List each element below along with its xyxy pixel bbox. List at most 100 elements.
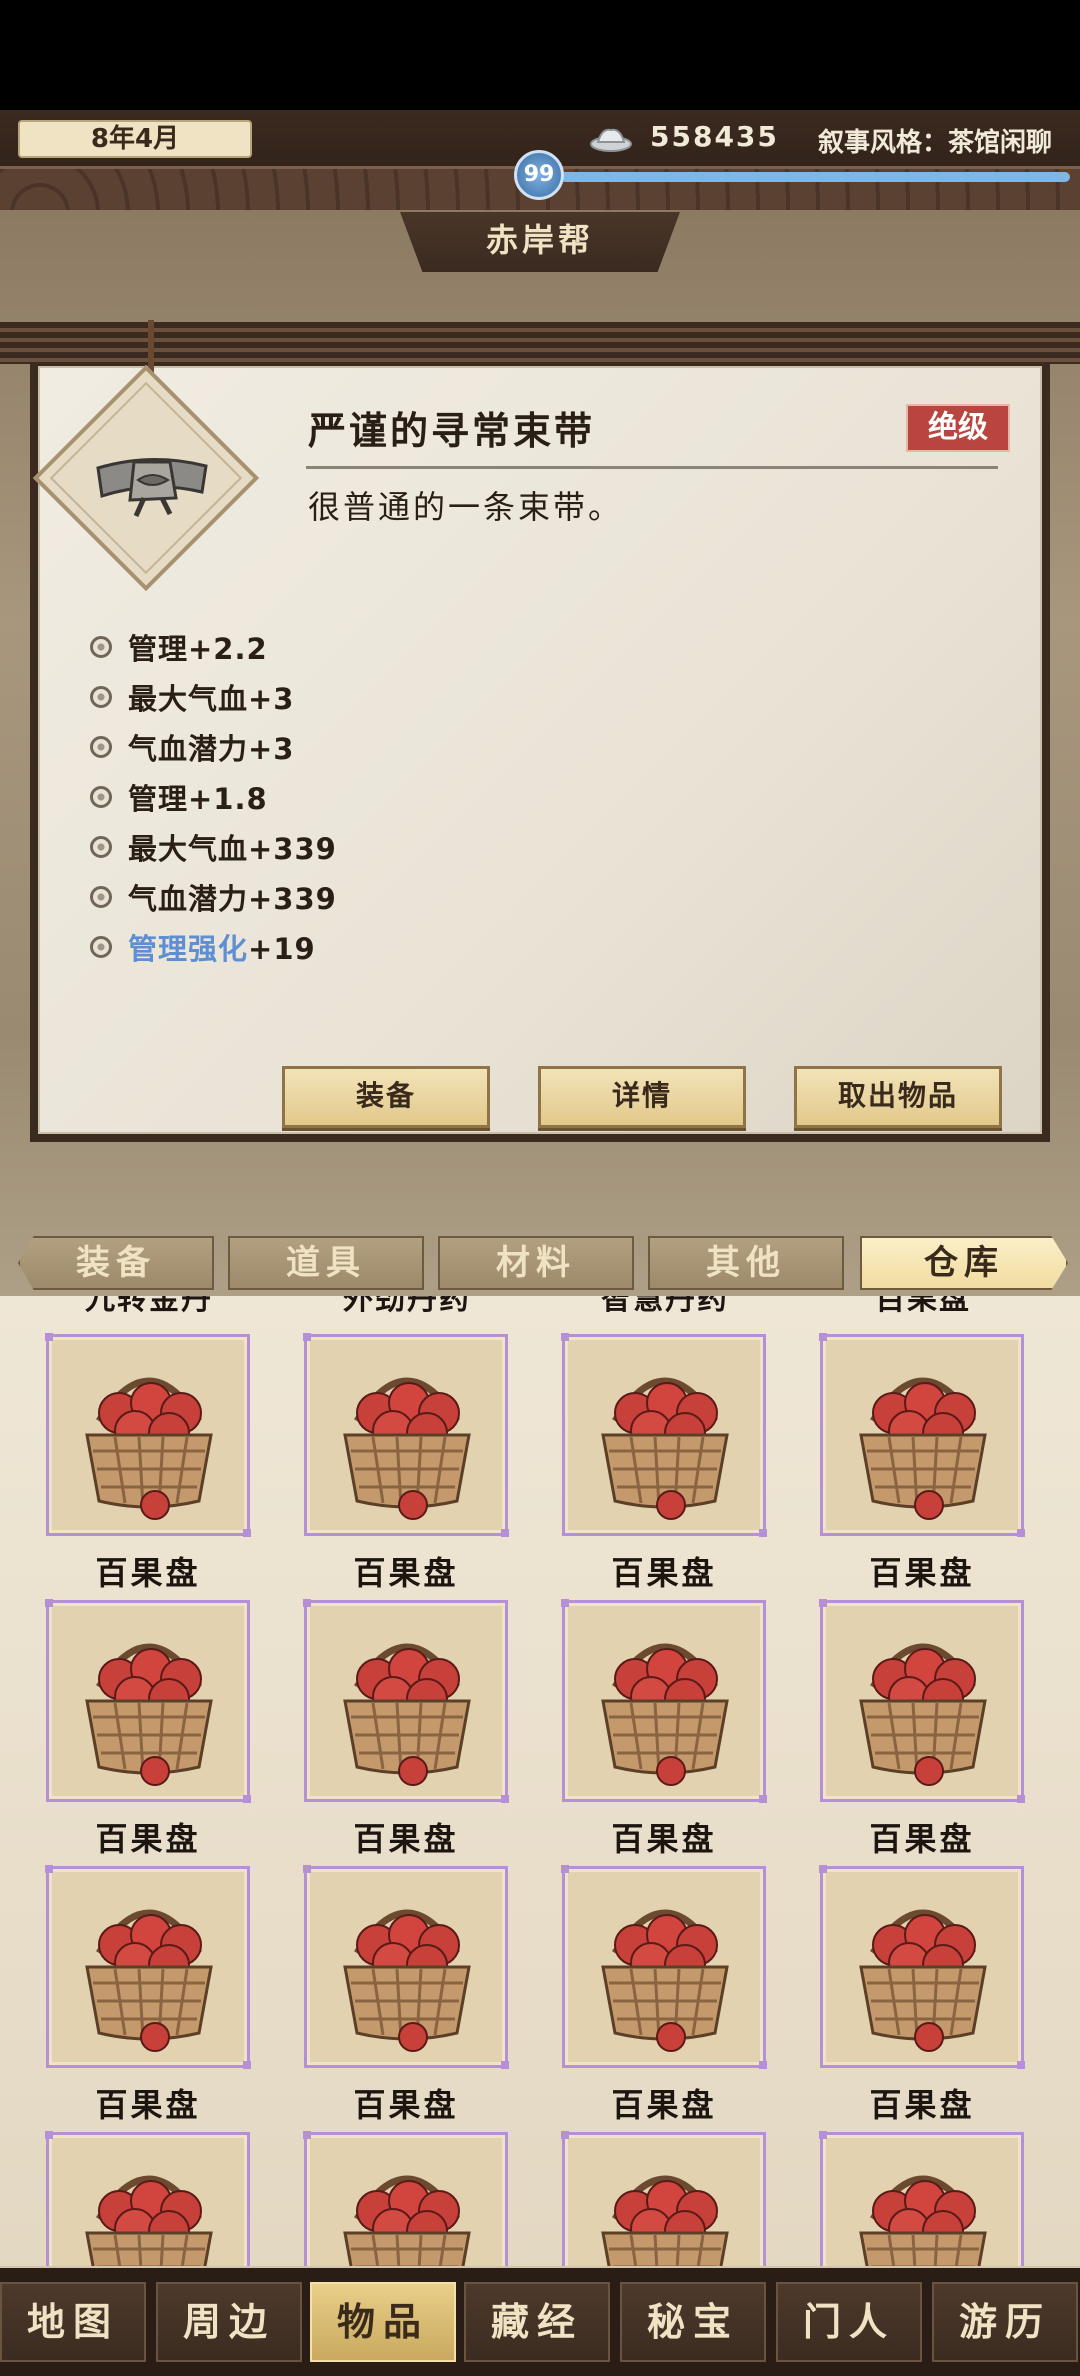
take-out-button[interactable]: 取出物品 xyxy=(794,1066,1002,1128)
item-slot[interactable] xyxy=(45,1599,251,1803)
bullet-icon xyxy=(90,736,112,758)
grid-item[interactable]: 百果盘 xyxy=(260,1599,518,1864)
item-name-label: 九转金丹 xyxy=(85,1296,213,1317)
grid-item[interactable] xyxy=(2,2131,260,2266)
item-name-label: 百果盘 xyxy=(869,2086,975,2124)
grid-item[interactable]: 百果盘 xyxy=(518,1865,776,2130)
nav-scriptures[interactable]: 藏经 xyxy=(464,2282,610,2362)
item-slot[interactable] xyxy=(561,2131,766,2266)
tab-other[interactable]: 其他 xyxy=(648,1236,844,1290)
item-name-label: 百果盘 xyxy=(611,1820,717,1858)
status-bar xyxy=(0,0,1080,110)
item-slot[interactable] xyxy=(303,1333,509,1537)
item-name-label: 百果盘 xyxy=(869,1554,975,1592)
stat-text: 管理+2.2 xyxy=(128,632,268,666)
nav-treasures[interactable]: 秘宝 xyxy=(620,2282,766,2362)
nav-surroundings[interactable]: 周边 xyxy=(156,2282,302,2362)
fruit-basket-icon xyxy=(343,2175,471,2266)
bullet-icon xyxy=(90,786,112,808)
grid-item[interactable]: 百果盘 xyxy=(2,1865,260,2130)
divider xyxy=(306,466,998,469)
stat-text: 气血潜力+3 xyxy=(128,732,295,766)
item-slot[interactable] xyxy=(819,2131,1024,2266)
grid-item[interactable]: 百果盘 xyxy=(518,1599,776,1864)
grid-item[interactable]: 百果盘 xyxy=(260,1333,518,1598)
category-tabs: 装备 道具 材料 其他 仓库 xyxy=(18,1236,1068,1292)
item-slot[interactable] xyxy=(819,1599,1025,1803)
special-stat-link[interactable]: 管理强化 xyxy=(128,932,248,966)
experience-bar xyxy=(560,172,1070,182)
details-button[interactable]: 详情 xyxy=(538,1066,746,1128)
nav-disciples[interactable]: 门人 xyxy=(776,2282,922,2362)
inventory-grid: 九转金丹 外劲丹药 智慧丹药 百果盘 百果盘 百果盘 百果盘 百果盘 百果盘 百… xyxy=(0,1296,1080,2266)
stat-text: 气血潜力+339 xyxy=(128,882,337,916)
item-name-label: 外劲丹药 xyxy=(343,1296,471,1317)
bullet-icon xyxy=(90,836,112,858)
grid-item[interactable]: 百果盘 xyxy=(260,1865,518,2130)
fruit-basket-icon xyxy=(343,1643,471,1786)
date-display: 8年4月 xyxy=(18,120,252,158)
item-slot[interactable] xyxy=(303,1599,509,1803)
stat-text: 最大气血+3 xyxy=(128,682,295,716)
level-badge: 99 xyxy=(514,150,564,200)
fruit-basket-icon xyxy=(85,1377,213,1520)
grid-item[interactable]: 百果盘 xyxy=(2,1599,260,1864)
nav-items[interactable]: 物品 xyxy=(310,2282,456,2362)
item-name-label: 百果盘 xyxy=(875,1296,971,1317)
stat-row: 管理强化+19 xyxy=(90,922,337,972)
equip-button[interactable]: 装备 xyxy=(282,1066,490,1128)
stat-row: 管理+2.2 xyxy=(90,622,337,672)
bottom-navigation: 地图 周边 物品 藏经 秘宝 门人 游历 xyxy=(0,2268,1080,2376)
grid-item[interactable] xyxy=(260,2131,518,2266)
tab-equipment[interactable]: 装备 xyxy=(18,1236,214,1290)
item-slot[interactable] xyxy=(45,2131,250,2266)
fruit-basket-icon xyxy=(343,1377,471,1520)
item-name-label: 百果盘 xyxy=(869,1820,975,1858)
item-slot[interactable] xyxy=(561,1333,767,1537)
grid-item[interactable]: 百果盘 xyxy=(2,1333,260,1598)
fruit-basket-icon xyxy=(859,1909,987,2052)
nav-travel[interactable]: 游历 xyxy=(932,2282,1078,2362)
special-stat-value: +19 xyxy=(248,932,316,966)
item-slot[interactable] xyxy=(45,1333,251,1537)
fruit-basket-icon xyxy=(601,1643,729,1786)
fruit-basket-icon xyxy=(859,1643,987,1786)
stat-row: 气血潜力+339 xyxy=(90,872,337,922)
item-name-label: 百果盘 xyxy=(95,2086,201,2124)
fruit-basket-icon xyxy=(601,1909,729,2052)
tab-props[interactable]: 道具 xyxy=(228,1236,424,1290)
bullet-icon xyxy=(90,636,112,658)
fruit-basket-icon xyxy=(343,1909,471,2052)
item-slot[interactable] xyxy=(819,1333,1025,1537)
item-name-label: 百果盘 xyxy=(353,2086,459,2124)
item-slot[interactable] xyxy=(819,1865,1025,2069)
stat-row: 最大气血+339 xyxy=(90,822,337,872)
bullet-icon xyxy=(90,886,112,908)
item-slot[interactable] xyxy=(561,1599,767,1803)
fruit-basket-icon xyxy=(85,1909,213,2052)
special-stat: 管理强化+19 xyxy=(128,926,316,968)
grid-item[interactable]: 百果盘 xyxy=(776,1333,1034,1598)
fruit-basket-icon xyxy=(85,1643,213,1786)
narrative-style-label[interactable]: 叙事风格：茶馆闲聊 xyxy=(818,122,1052,159)
item-slot[interactable] xyxy=(561,1865,767,2069)
item-slot[interactable] xyxy=(45,1865,251,2069)
wooden-beam xyxy=(0,322,1080,364)
grid-item[interactable]: 百果盘 xyxy=(776,1865,1034,2130)
item-slot[interactable] xyxy=(303,2131,508,2266)
tab-warehouse[interactable]: 仓库 xyxy=(860,1236,1068,1290)
item-name-label: 智慧丹药 xyxy=(601,1296,729,1317)
bullet-icon xyxy=(90,686,112,708)
item-slot[interactable] xyxy=(303,1865,509,2069)
item-name-label: 百果盘 xyxy=(353,1820,459,1858)
nav-map[interactable]: 地图 xyxy=(0,2282,146,2362)
tab-materials[interactable]: 材料 xyxy=(438,1236,634,1290)
grid-item[interactable]: 百果盘 xyxy=(518,1333,776,1598)
fruit-basket-icon xyxy=(859,1377,987,1520)
grid-item[interactable] xyxy=(776,2131,1034,2266)
fruit-basket-icon xyxy=(601,1377,729,1520)
stat-text: 最大气血+339 xyxy=(128,832,337,866)
stat-row: 气血潜力+3 xyxy=(90,722,337,772)
grid-item[interactable] xyxy=(518,2131,776,2266)
grid-item[interactable]: 百果盘 xyxy=(776,1599,1034,1864)
